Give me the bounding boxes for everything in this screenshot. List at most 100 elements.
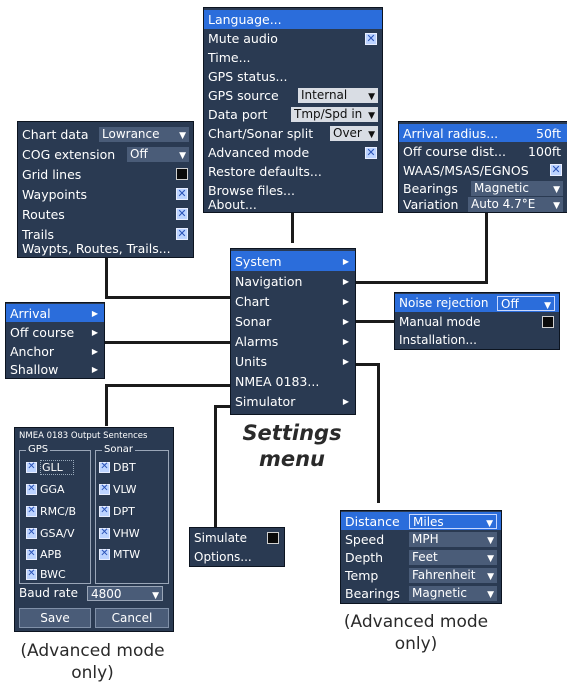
- restore-defaults-item[interactable]: Restore defaults...: [204, 162, 382, 181]
- alarm-item-off-course[interactable]: Off course ▶: [6, 323, 104, 341]
- alarm-item-shallow[interactable]: Shallow ▶: [6, 360, 104, 378]
- data-port-item[interactable]: Data port Tmp/Spd in ▼: [204, 105, 382, 124]
- noise-rejection-item[interactable]: Noise rejection Off ▼: [395, 294, 559, 312]
- settings-item-system[interactable]: System ▶: [231, 251, 355, 271]
- advanced-mode-item[interactable]: Advanced mode ✕: [204, 143, 382, 162]
- temp-dropdown[interactable]: Fahrenheit ▼: [409, 567, 497, 583]
- sentence-dpt[interactable]: ✕ DPT: [99, 504, 135, 518]
- checkbox-checked-icon: ✕: [99, 548, 110, 560]
- units-bearings-item[interactable]: Bearings Magnetic ▼: [341, 584, 501, 602]
- sentence-vhw[interactable]: ✕ VHW: [99, 526, 140, 540]
- checkbox-checked-icon[interactable]: ✕: [365, 146, 377, 159]
- distance-item[interactable]: Distance Miles ▼: [341, 512, 501, 530]
- sentence-vlw[interactable]: ✕ VLW: [99, 482, 137, 496]
- split-dropdown[interactable]: Over ▼: [330, 126, 378, 141]
- cog-extension-item[interactable]: COG extension Off ▼: [18, 144, 193, 164]
- waypts-routes-trails-item[interactable]: Waypts, Routes, Trails...: [18, 238, 193, 258]
- baud-rate-label: Baud rate: [19, 586, 78, 600]
- submenu-arrow-icon: ▶: [91, 364, 98, 374]
- alarm-item-anchor[interactable]: Anchor ▶: [6, 342, 104, 360]
- variation-dropdown[interactable]: Auto 4.7°E ▼: [468, 197, 563, 212]
- baud-rate-dropdown[interactable]: 4800 ▼: [87, 585, 163, 601]
- simulator-options-item[interactable]: Options...: [190, 548, 284, 566]
- dropdown-arrow-icon: ▼: [553, 184, 560, 195]
- sentence-bwc[interactable]: ✕ BWC: [26, 567, 66, 581]
- nav-bearings-item[interactable]: Bearings Magnetic ▼: [399, 179, 567, 197]
- checkbox-checked-icon[interactable]: ✕: [365, 32, 377, 45]
- units-bearings-dropdown[interactable]: Magnetic ▼: [409, 585, 497, 601]
- language-item[interactable]: Language...: [204, 10, 382, 29]
- waypoints-item[interactable]: Waypoints ✕: [18, 184, 193, 204]
- connector-navigation-h: [356, 281, 488, 284]
- depth-item[interactable]: Depth Feet ▼: [341, 548, 501, 566]
- settings-item-alarms[interactable]: Alarms ▶: [231, 331, 355, 351]
- cog-extension-dropdown[interactable]: Off ▼: [127, 146, 189, 162]
- settings-item-nmea[interactable]: NMEA 0183...: [231, 371, 355, 391]
- settings-item-label: Units: [235, 353, 267, 369]
- mute-audio-item[interactable]: Mute audio ✕: [204, 29, 382, 48]
- sentence-gll[interactable]: ✕ GLL: [26, 459, 74, 475]
- settings-item-chart[interactable]: Chart ▶: [231, 291, 355, 311]
- installation-item[interactable]: Installation...: [395, 331, 559, 349]
- checkbox-unchecked-icon[interactable]: [267, 532, 279, 544]
- chart-data-dropdown[interactable]: Lowrance ▼: [99, 126, 189, 142]
- noise-rejection-dropdown[interactable]: Off ▼: [497, 295, 555, 311]
- gps-source-item[interactable]: GPS source Internal ▼: [204, 86, 382, 105]
- cancel-button[interactable]: Cancel: [95, 608, 169, 628]
- submenu-arrow-icon: ▶: [342, 356, 349, 366]
- settings-item-units[interactable]: Units ▶: [231, 351, 355, 371]
- settings-item-label: Navigation: [235, 273, 303, 289]
- settings-item-simulator[interactable]: Simulator ▶: [231, 391, 355, 411]
- routes-item[interactable]: Routes ✕: [18, 204, 193, 224]
- submenu-arrow-icon: ▶: [342, 276, 349, 286]
- time-item[interactable]: Time...: [204, 48, 382, 67]
- speed-item[interactable]: Speed MPH ▼: [341, 530, 501, 548]
- variation-item[interactable]: Variation Auto 4.7°E ▼: [399, 196, 567, 213]
- off-course-dist-item[interactable]: Off course dist... 100ft: [399, 142, 567, 160]
- speed-dropdown[interactable]: MPH ▼: [409, 531, 497, 547]
- simulate-item[interactable]: Simulate: [190, 529, 284, 547]
- about-item[interactable]: About...: [204, 197, 382, 212]
- sentence-apb[interactable]: ✕ APB: [26, 547, 62, 561]
- waas-label: WAAS/MSAS/EGNOS: [403, 162, 529, 178]
- manual-mode-item[interactable]: Manual mode: [395, 313, 559, 331]
- checkbox-checked-icon: ✕: [99, 505, 110, 517]
- nmea-dialog: NMEA 0183 Output Sentences GPS ✕ GLL ✕ G…: [14, 427, 174, 632]
- grid-lines-item[interactable]: Grid lines: [18, 164, 193, 184]
- checkbox-unchecked-icon[interactable]: [176, 168, 188, 180]
- sentence-dbt[interactable]: ✕ DBT: [99, 460, 136, 474]
- arrival-radius-item[interactable]: Arrival radius... 50ft: [399, 124, 567, 142]
- checkbox-checked-icon[interactable]: ✕: [176, 208, 188, 220]
- alarm-item-arrival[interactable]: Arrival ▶: [6, 304, 104, 322]
- arrival-radius-label: Arrival radius...: [403, 125, 499, 141]
- data-port-value: Tmp/Spd in: [294, 107, 363, 121]
- dropdown-arrow-icon: ▼: [179, 130, 186, 141]
- sentence-mtw[interactable]: ✕ MTW: [99, 547, 140, 561]
- settings-menu-title: Settings menu: [242, 421, 342, 471]
- mute-audio-label: Mute audio: [208, 31, 278, 46]
- chart-data-item[interactable]: Chart data Lowrance ▼: [18, 124, 193, 144]
- temp-item[interactable]: Temp Fahrenheit ▼: [341, 566, 501, 584]
- waas-item[interactable]: WAAS/MSAS/EGNOS ✕: [399, 161, 567, 179]
- sentence-rmcb[interactable]: ✕ RMC/B: [26, 504, 76, 518]
- submenu-arrow-icon: ▶: [342, 316, 349, 326]
- sentence-label: VLW: [113, 482, 137, 496]
- save-button[interactable]: Save: [19, 608, 91, 628]
- gps-status-item[interactable]: GPS status...: [204, 67, 382, 86]
- nav-bearings-dropdown[interactable]: Magnetic ▼: [471, 180, 563, 196]
- dropdown-arrow-icon: ▼: [487, 535, 494, 546]
- checkbox-checked-icon[interactable]: ✕: [550, 164, 562, 176]
- settings-item-navigation[interactable]: Navigation ▶: [231, 271, 355, 291]
- distance-dropdown[interactable]: Miles ▼: [409, 513, 497, 529]
- checkbox-checked-icon[interactable]: ✕: [176, 188, 188, 200]
- sentence-label: MTW: [113, 547, 141, 561]
- depth-dropdown[interactable]: Feet ▼: [409, 549, 497, 565]
- chart-sonar-split-item[interactable]: Chart/Sonar split Over ▼: [204, 124, 382, 143]
- settings-item-sonar[interactable]: Sonar ▶: [231, 311, 355, 331]
- checkbox-unchecked-icon[interactable]: [542, 316, 554, 328]
- data-port-dropdown[interactable]: Tmp/Spd in ▼: [291, 107, 378, 122]
- sentence-gsav[interactable]: ✕ GSA/V: [26, 526, 74, 540]
- sentence-gga[interactable]: ✕ GGA: [26, 482, 65, 496]
- gps-source-dropdown[interactable]: Internal ▼: [298, 88, 378, 103]
- checkbox-checked-icon: ✕: [26, 461, 37, 473]
